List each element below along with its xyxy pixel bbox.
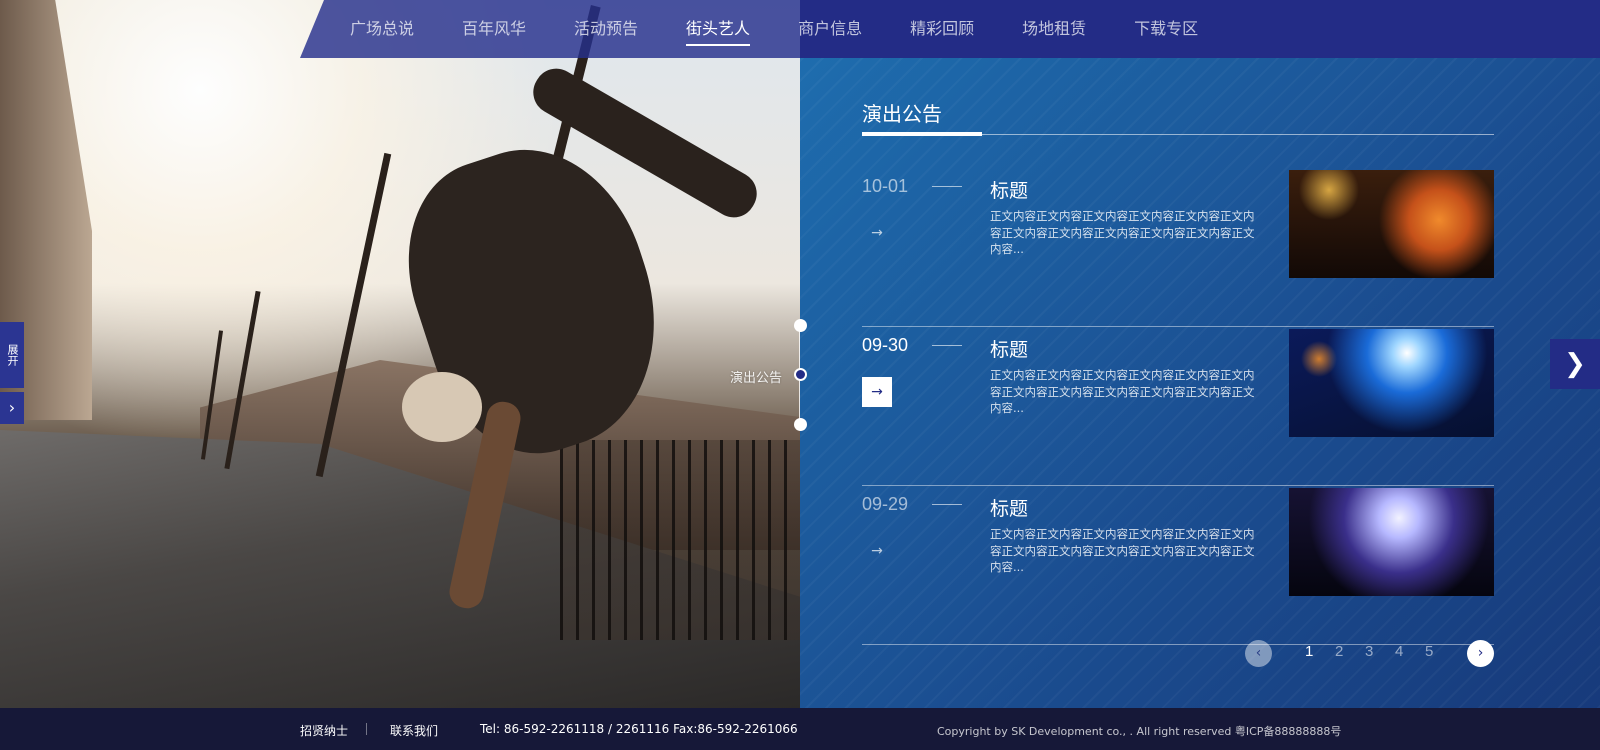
footer-link-contact[interactable]: 联系我们 — [390, 722, 438, 739]
hero-street-dancer-photo — [0, 0, 800, 708]
nav-item-venue-rental[interactable]: 场地租赁 — [1022, 0, 1086, 58]
nav-item-plaza-overview[interactable]: 广场总说 — [350, 0, 414, 58]
nav-item-highlights[interactable]: 精彩回顾 — [910, 0, 974, 58]
timeline-dot-active[interactable] — [794, 368, 807, 381]
item-title[interactable]: 标题 — [990, 176, 1028, 203]
item-arrow-icon[interactable]: → — [862, 377, 892, 407]
item-body: 正文内容正文内容正文内容正文内容正文内容正文内容正文内容正文内容正文内容正文内容… — [990, 527, 1255, 574]
item-thumbnail-band[interactable] — [1289, 488, 1494, 596]
main-nav: 广场总说 百年风华 活动预告 街头艺人 商户信息 精彩回顾 场地租赁 下载专区 — [330, 0, 1226, 58]
section-title-underline — [862, 132, 982, 136]
item-dash — [932, 504, 962, 505]
nav-item-downloads[interactable]: 下载专区 — [1134, 0, 1198, 58]
nav-item-street-artists[interactable]: 街头艺人 — [686, 0, 751, 58]
next-slide-arrow-icon[interactable]: ❯ — [1550, 339, 1600, 389]
announcement-item[interactable]: 09-30 → 标题 正文内容正文内容正文内容正文内容正文内容正文内容正文内容正… — [862, 327, 1494, 486]
pagination-page[interactable]: 3 — [1365, 643, 1373, 660]
footer-contact-info: Tel: 86-592-2261118 / 2261116 Fax:86-592… — [480, 722, 798, 736]
footer-copyright: Copyright by SK Development co., . All r… — [937, 725, 1342, 738]
item-arrow-icon[interactable]: → — [862, 536, 892, 566]
hero-dancer-cap — [402, 372, 482, 442]
item-thumbnail-bass-guitar[interactable] — [1289, 329, 1494, 437]
hero-fence — [560, 440, 800, 640]
item-thumbnail-concert[interactable] — [1289, 170, 1494, 278]
item-dash — [932, 186, 962, 187]
side-expand-tab[interactable]: 展开 — [0, 322, 24, 388]
nav-item-merchant-info[interactable]: 商户信息 — [798, 0, 862, 58]
pagination-page[interactable]: 2 — [1335, 643, 1343, 660]
timeline-dot[interactable] — [794, 418, 807, 431]
section-title: 演出公告 — [862, 102, 942, 126]
footer-divider — [366, 723, 367, 735]
timeline-dot[interactable] — [794, 319, 807, 332]
footer: 招贤纳士 联系我们 Tel: 86-592-2261118 / 2261116 … — [0, 708, 1600, 750]
announcement-item[interactable]: 09-29 → 标题 正文内容正文内容正文内容正文内容正文内容正文内容正文内容正… — [862, 486, 1494, 645]
pagination-page[interactable]: 4 — [1395, 643, 1403, 660]
item-date: 10-01 — [862, 176, 909, 196]
item-dash — [932, 345, 962, 346]
pagination-next-icon[interactable]: › — [1467, 640, 1494, 667]
pagination-page[interactable]: 1 — [1305, 643, 1313, 660]
item-date: 09-30 — [862, 335, 909, 355]
item-arrow-icon[interactable]: → — [862, 218, 892, 248]
pagination-page[interactable]: 5 — [1425, 643, 1433, 660]
pagination-prev-icon[interactable]: ‹ — [1245, 640, 1272, 667]
pagination: ‹ 1 2 3 4 5 › — [1245, 640, 1495, 668]
item-body: 正文内容正文内容正文内容正文内容正文内容正文内容正文内容正文内容正文内容正文内容… — [990, 209, 1255, 256]
announcement-item[interactable]: 10-01 → 标题 正文内容正文内容正文内容正文内容正文内容正文内容正文内容正… — [862, 168, 1494, 327]
item-body: 正文内容正文内容正文内容正文内容正文内容正文内容正文内容正文内容正文内容正文内容… — [990, 368, 1255, 415]
footer-link-recruitment[interactable]: 招贤纳士 — [300, 722, 348, 739]
item-title[interactable]: 标题 — [990, 335, 1028, 362]
item-date: 09-29 — [862, 494, 909, 514]
nav-item-centennial[interactable]: 百年风华 — [462, 0, 526, 58]
side-expand-arrow-icon[interactable]: › — [0, 392, 24, 424]
item-title[interactable]: 标题 — [990, 494, 1028, 521]
timeline-label: 演出公告 — [730, 371, 783, 386]
nav-item-event-preview[interactable]: 活动预告 — [574, 0, 638, 58]
